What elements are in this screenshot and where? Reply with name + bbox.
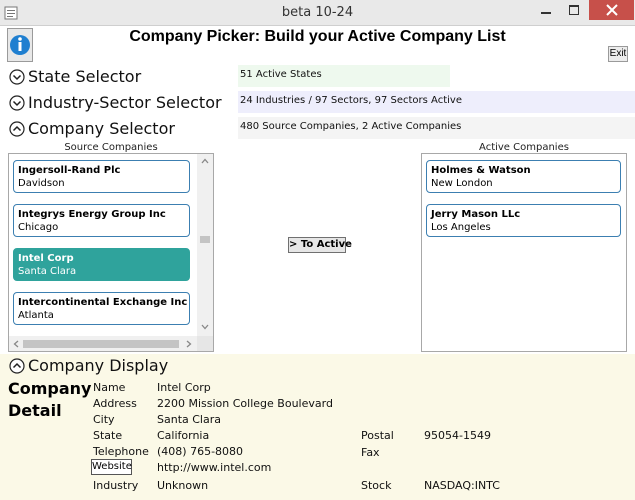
industry-label: Industry	[93, 479, 139, 492]
state-selector-row: State Selector 51 Active States	[0, 65, 635, 89]
scroll-thumb[interactable]	[23, 340, 179, 348]
exit-button[interactable]: Exit	[608, 46, 628, 62]
city-value: Santa Clara	[157, 413, 221, 426]
city-label: City	[93, 413, 115, 426]
industry-selector-info: 24 Industries / 97 Sectors, 97 Sectors A…	[240, 95, 462, 106]
list-item[interactable]: Ingersoll-Rand Plc Davidson	[13, 160, 190, 193]
title-bar: beta 10-24	[0, 0, 635, 26]
industry-value: Unknown	[157, 479, 209, 492]
stock-label: Stock	[361, 479, 392, 492]
source-companies-list[interactable]: Ingersoll-Rand Plc Davidson Integrys Ene…	[8, 153, 214, 352]
scroll-thumb[interactable]	[200, 236, 210, 243]
close-icon	[605, 4, 618, 16]
postal-value: 95054-1549	[424, 429, 491, 442]
page-title: Company Picker: Build your Active Compan…	[129, 28, 506, 45]
company-selector-row: Company Selector 480 Source Companies, 2…	[0, 117, 635, 141]
list-item[interactable]: Jerry Mason LLc Los Angeles	[426, 204, 621, 237]
close-button[interactable]	[589, 0, 634, 20]
active-companies-header: Active Companies	[479, 142, 569, 153]
horizontal-scrollbar[interactable]	[9, 336, 197, 351]
list-item[interactable]: Holmes & Watson New London	[426, 160, 621, 193]
name-value: Intel Corp	[157, 381, 211, 394]
company-selector-label[interactable]: Company Selector	[28, 119, 175, 138]
postal-label: Postal	[361, 429, 394, 442]
chevron-up-icon[interactable]	[9, 121, 25, 137]
to-active-button[interactable]: > To Active	[288, 237, 352, 253]
telephone-label: Telephone	[93, 445, 149, 458]
company-selector-info: 480 Source Companies, 2 Active Companies	[240, 121, 462, 132]
state-value: California	[157, 429, 210, 442]
chevron-down-icon[interactable]	[9, 95, 25, 111]
address-label: Address	[93, 397, 137, 410]
scroll-down-icon[interactable]	[201, 324, 209, 330]
maximize-icon	[569, 5, 579, 15]
state-selector-label[interactable]: State Selector	[28, 67, 141, 86]
name-label: Name	[93, 381, 126, 394]
list-item-selected[interactable]: Intel Corp Santa Clara	[13, 248, 190, 281]
company-display-label[interactable]: Company Display	[28, 356, 168, 375]
chevron-up-icon[interactable]	[9, 358, 25, 374]
active-companies-list[interactable]: Holmes & Watson New London Jerry Mason L…	[421, 153, 627, 352]
vertical-scrollbar[interactable]	[197, 154, 213, 336]
detail-heading-2: Detail	[8, 401, 62, 420]
address-value: 2200 Mission College Boulevard	[157, 397, 333, 410]
industry-selector-row: Industry-Sector Selector 24 Industries /…	[0, 91, 635, 115]
state-label: State	[93, 429, 123, 442]
website-value: http://www.intel.com	[157, 461, 272, 474]
scroll-up-icon[interactable]	[201, 158, 209, 164]
scroll-corner	[197, 336, 213, 351]
list-item[interactable]: Integrys Energy Group Inc Chicago	[13, 204, 190, 237]
stock-value: NASDAQ:INTC	[424, 479, 500, 492]
list-item[interactable]: Intercontinental Exchange Inc Atlanta	[13, 292, 190, 325]
source-companies-header: Source Companies	[64, 142, 158, 153]
minimize-button[interactable]	[532, 0, 560, 20]
state-selector-info: 51 Active States	[240, 69, 322, 80]
detail-heading-1: Company	[8, 379, 92, 398]
scroll-right-icon[interactable]	[186, 340, 192, 348]
maximize-button[interactable]	[560, 0, 588, 20]
fax-label: Fax	[361, 446, 380, 459]
telephone-value: (408) 765-8080	[157, 445, 244, 458]
scroll-left-icon[interactable]	[13, 340, 19, 348]
industry-selector-label[interactable]: Industry-Sector Selector	[28, 93, 222, 112]
chevron-down-icon[interactable]	[9, 69, 25, 85]
website-button[interactable]: Website	[91, 459, 132, 475]
minimize-icon	[541, 12, 551, 14]
